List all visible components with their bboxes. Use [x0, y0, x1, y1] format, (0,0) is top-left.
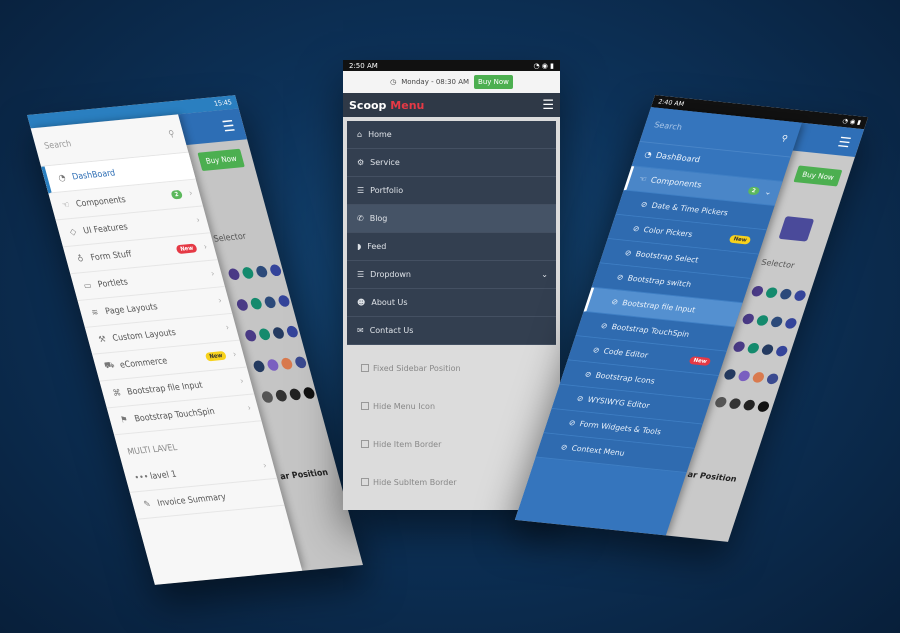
option-hide-menu-icon[interactable]: Hide Menu Icon: [343, 387, 560, 425]
checkbox[interactable]: [361, 364, 369, 372]
envelope-icon: ✉: [357, 326, 364, 335]
chevron-right-icon: ›: [231, 349, 238, 360]
circle-check-icon: ⊘: [575, 394, 585, 404]
layers-icon: ≋: [90, 307, 100, 318]
circle-check-icon: ⊘: [583, 369, 593, 380]
brand-logo: Scoop Menu: [349, 98, 425, 112]
ellipsis-icon: •••: [133, 471, 150, 483]
rss-icon: ◗: [357, 242, 362, 251]
circle-check-icon: ⊘: [567, 418, 577, 428]
bulb-icon: ♁: [76, 253, 85, 265]
circle-check-icon: ⊘: [599, 321, 609, 331]
menu-item-blog[interactable]: ✆ Blog: [347, 205, 556, 233]
status-time: 15:45: [213, 98, 233, 108]
megaphone-icon: ✆: [357, 214, 364, 223]
signpost-icon: ⚑: [119, 414, 130, 426]
date-time: Monday - 08:30 AM: [401, 78, 470, 86]
chevron-right-icon: ›: [187, 188, 194, 199]
chevron-down-icon: ⌄: [541, 270, 548, 279]
badge: 2: [170, 189, 184, 200]
circle-check-icon: ⊘: [615, 272, 625, 283]
search-icon: ⚲: [167, 129, 176, 140]
badge: 2: [747, 186, 761, 196]
bg-text: Selector: [759, 258, 796, 271]
chevron-right-icon: ›: [195, 215, 201, 226]
hamburger-icon[interactable]: ☰: [220, 117, 236, 135]
badge: New: [175, 243, 198, 255]
menu-item-service[interactable]: ⚙ Service: [347, 149, 556, 177]
chevron-right-icon: ›: [202, 242, 209, 252]
hamburger-icon[interactable]: ☰: [542, 98, 554, 113]
middle-phone-mockup: 2:50 AM ◔ ◉ ▮ ◷ Monday - 08:30 AM Buy Now S…: [343, 60, 560, 510]
status-bar: 2:50 AM ◔ ◉ ▮: [343, 60, 560, 71]
bg-text: ar Position: [686, 470, 738, 485]
chevron-down-icon: ⌄: [763, 187, 773, 198]
edit-icon: ✎: [142, 499, 152, 510]
status-time: 2:50 AM: [349, 61, 378, 70]
circle-check-icon: ⊘: [631, 224, 641, 234]
home-icon: ⌂: [357, 130, 363, 139]
wrench-icon: ⚒: [97, 334, 108, 345]
circle-check-icon: ⊘: [610, 297, 620, 307]
dashboard-icon: ◔: [57, 172, 67, 184]
buy-now-button[interactable]: Buy Now: [793, 165, 843, 187]
left-phone-mockup: 15:45 ☰ Buy Now Selector ar Position Sea…: [27, 95, 363, 585]
circle-check-icon: ⊘: [591, 345, 601, 355]
buy-now-button[interactable]: Buy Now: [474, 75, 513, 89]
window-icon: ▭: [82, 280, 93, 291]
briefcase-icon: [778, 216, 815, 242]
nav-menu: ⌂ Home ⚙ Service ☰ Portfolio ✆ Blog ◗ Feed ☰ Dropdo…: [347, 121, 556, 345]
chevron-right-icon: ›: [246, 403, 253, 414]
list-icon: ☰: [357, 186, 365, 195]
bg-text: Selector: [212, 231, 248, 245]
circle-check-icon: ⊘: [559, 442, 569, 453]
status-time: 2:40 AM: [657, 98, 686, 108]
hand-icon: ☜: [60, 200, 71, 211]
sitemap-icon: ⌘: [111, 388, 123, 399]
menu-item-about-us[interactable]: ☻ About Us: [347, 289, 556, 317]
bg-text: ar Position: [279, 468, 330, 483]
hamburger-icon[interactable]: ☰: [836, 134, 853, 151]
chevron-right-icon: ›: [262, 460, 268, 471]
buy-now-button[interactable]: Buy Now: [197, 148, 246, 172]
menu-item-contact-us[interactable]: ✉ Contact Us: [347, 317, 556, 345]
search-icon: ⚲: [780, 133, 789, 144]
menu-item-dropdown[interactable]: ☰ Dropdown ⌄: [347, 261, 556, 289]
dashboard-icon: ◔: [643, 150, 653, 160]
app-header: Scoop Menu ☰: [343, 93, 560, 117]
badge: New: [728, 234, 752, 245]
option-fixed-sidebar-position[interactable]: Fixed Sidebar Position: [343, 349, 560, 387]
checkbox[interactable]: [361, 478, 369, 486]
badge: New: [205, 350, 227, 362]
gears-icon: ⚙: [357, 158, 365, 167]
chevron-right-icon: ›: [239, 376, 245, 387]
right-phone-mockup: 2:40 AM ◔ ◉ ▮ ☰ Buy Now Selector ar Posit…: [514, 95, 869, 542]
hand-icon: ☜: [637, 174, 648, 185]
diamond-icon: ◇: [68, 227, 78, 238]
checkbox[interactable]: [361, 440, 369, 448]
badge: New: [688, 356, 712, 366]
chevron-right-icon: ›: [209, 268, 216, 279]
circle-check-icon: ⊘: [639, 199, 649, 210]
menu-item-portfolio[interactable]: ☰ Portfolio: [347, 177, 556, 205]
circle-check-icon: ⊘: [623, 248, 633, 258]
clock-icon: ◷: [390, 78, 397, 86]
cart-icon: ⛟: [103, 360, 116, 372]
list-icon: ☰: [357, 270, 365, 279]
top-bar: ◷ Monday - 08:30 AM Buy Now: [343, 71, 560, 93]
menu-item-home[interactable]: ⌂ Home: [347, 121, 556, 149]
checkbox[interactable]: [361, 402, 369, 410]
menu-item-feed[interactable]: ◗ Feed: [347, 233, 556, 261]
chevron-right-icon: ›: [217, 295, 223, 306]
chevron-right-icon: ›: [224, 322, 231, 333]
option-hide-item-border[interactable]: Hide Item Border: [343, 425, 560, 463]
users-icon: ☻: [357, 298, 366, 307]
